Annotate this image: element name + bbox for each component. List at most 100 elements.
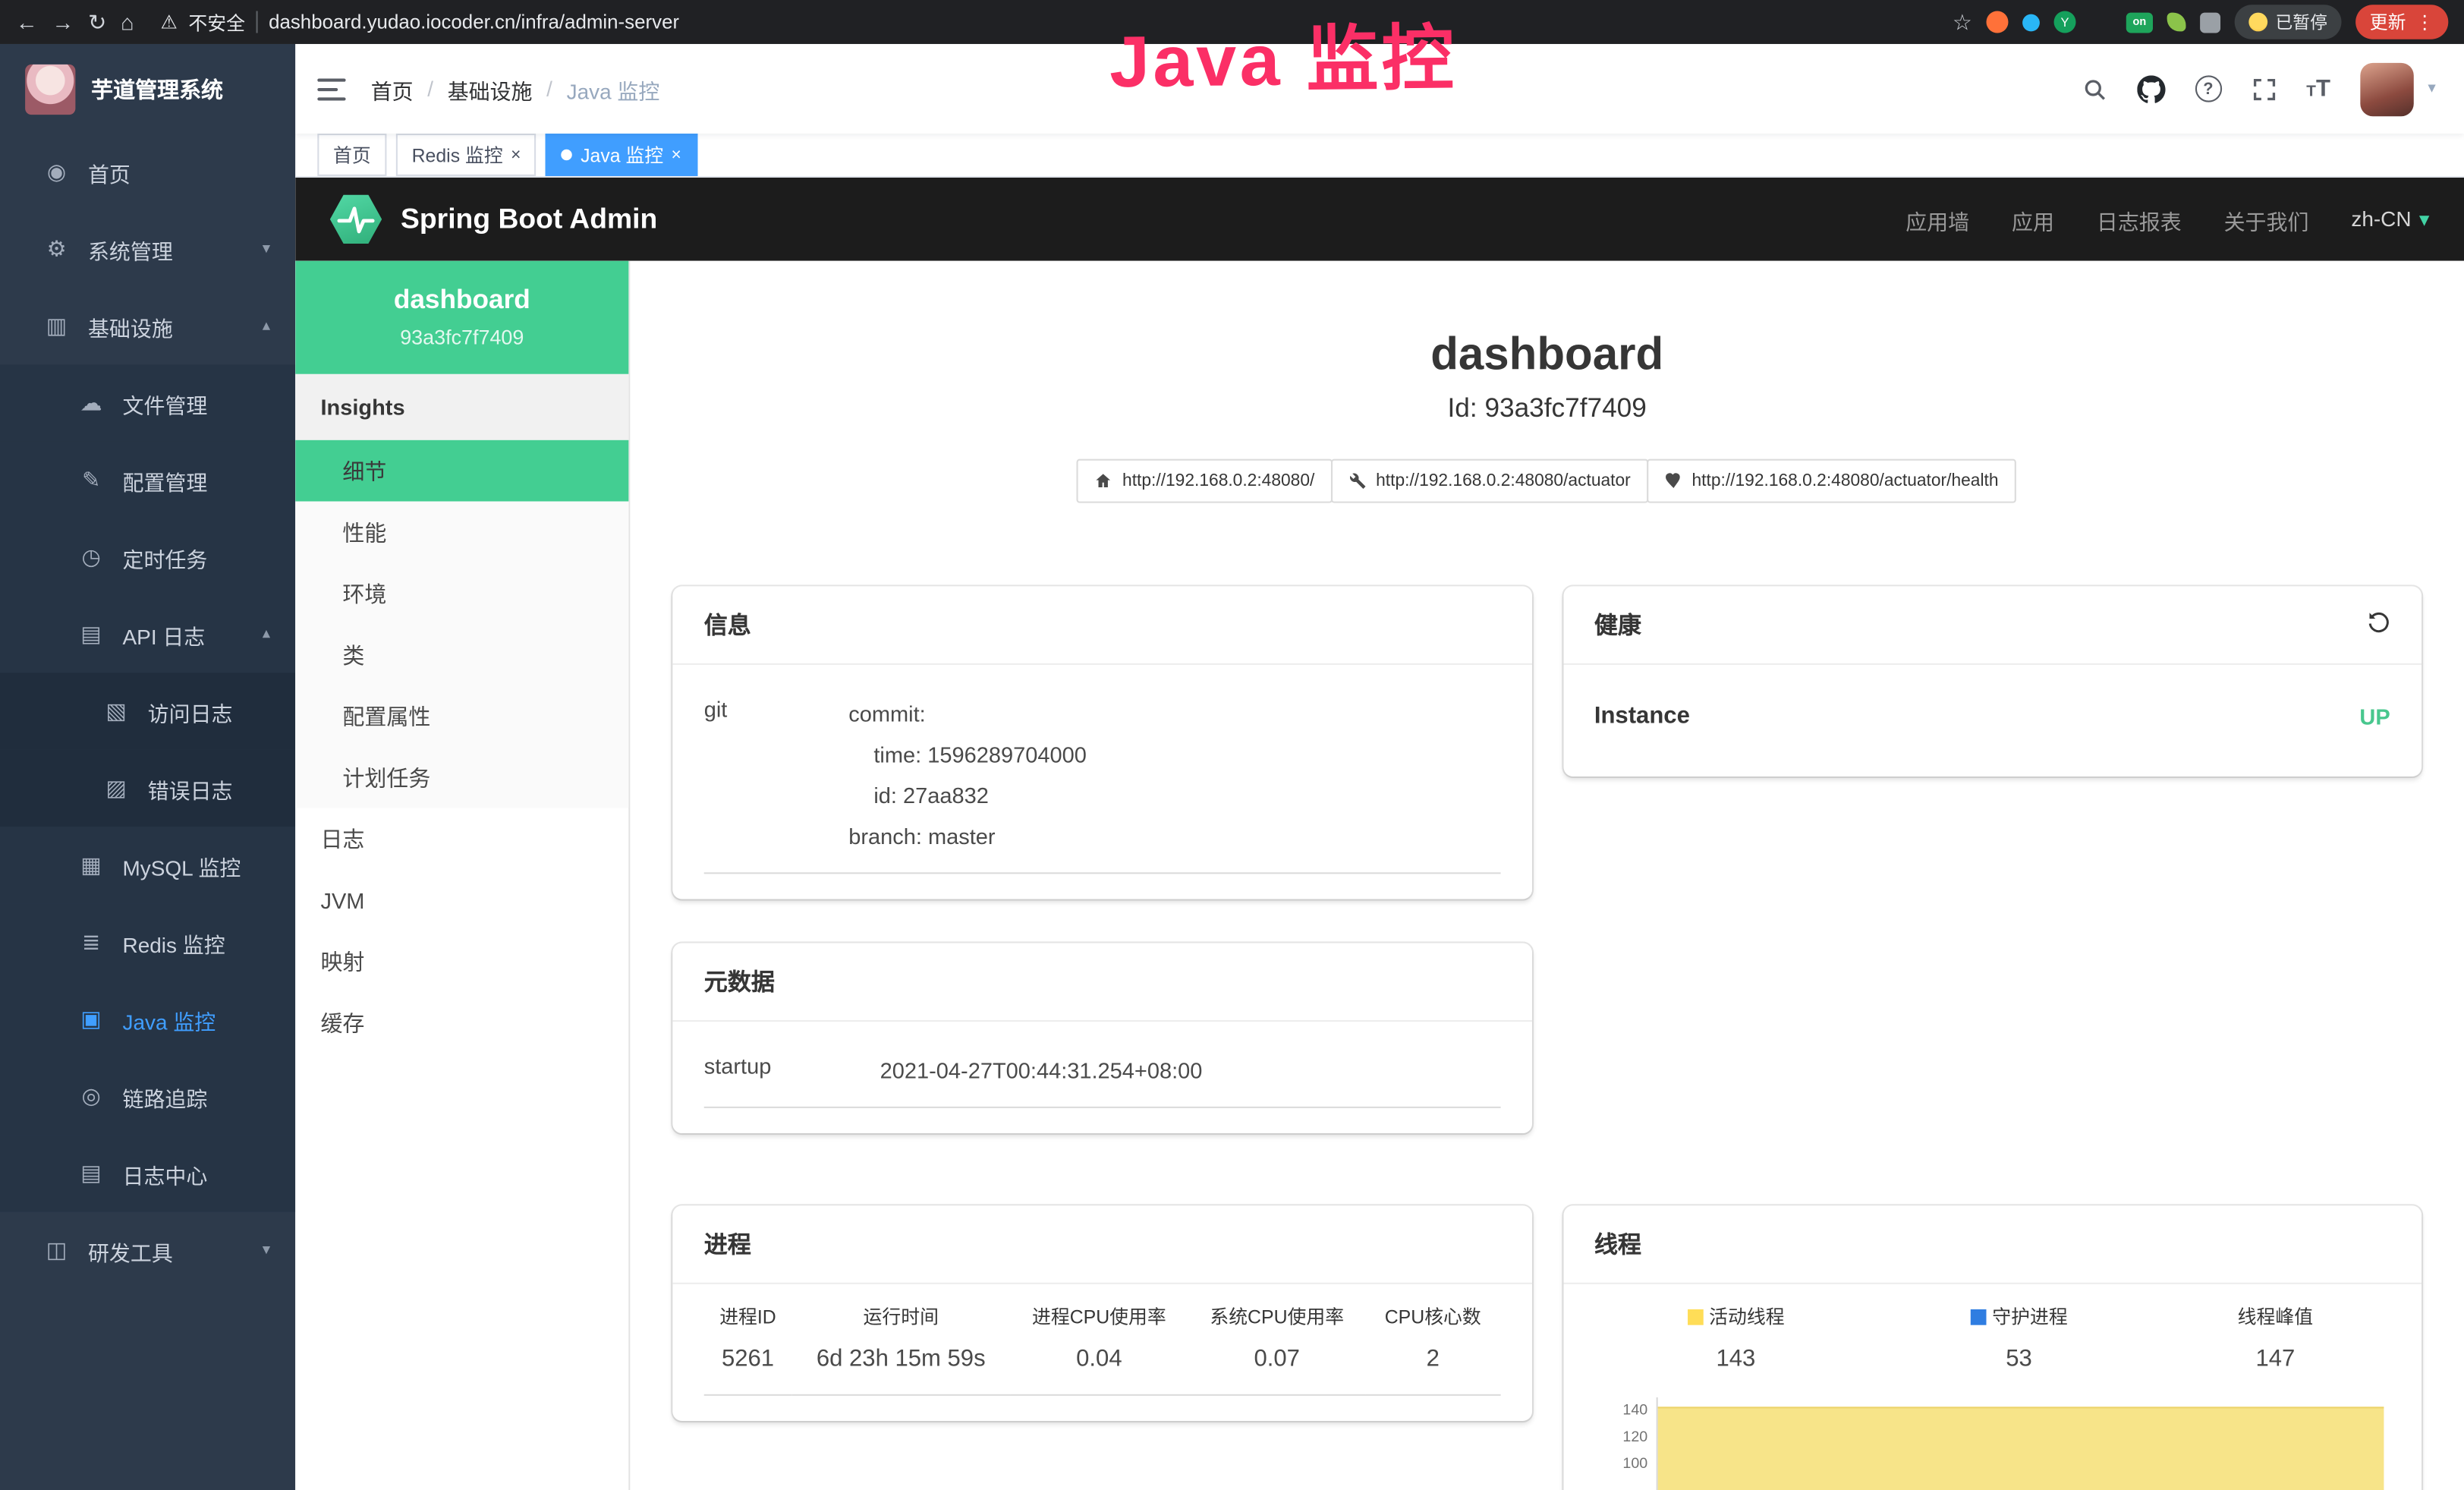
- refresh-icon[interactable]: ↻: [88, 11, 106, 33]
- infra-icon: ▥: [41, 313, 72, 339]
- actuator-url-link[interactable]: http://192.168.0.2:48080/actuator: [1330, 459, 1647, 503]
- sidebar-item-java-monitor[interactable]: ▣ Java 监控: [0, 981, 295, 1057]
- sba-menu-caches[interactable]: 缓存: [295, 992, 628, 1054]
- tab-redis-monitor[interactable]: Redis 监控 ×: [396, 134, 537, 176]
- chevron-down-icon: ▾: [263, 1242, 270, 1259]
- avatar[interactable]: [2360, 62, 2413, 115]
- sidebar-item-access-logs[interactable]: ▧ 访问日志: [0, 673, 295, 749]
- forward-icon[interactable]: →: [52, 11, 74, 33]
- sidebar-item-dev-tools[interactable]: ◫ 研发工具 ▾: [0, 1212, 295, 1289]
- update-button[interactable]: 更新 ⋮: [2355, 5, 2448, 39]
- browser-actions: ☆ Y on 已暂停 更新 ⋮: [1953, 5, 2448, 39]
- sba-navbar: Spring Boot Admin 应用墙 应用 日志报表 关于我们 zh-CN…: [295, 178, 2464, 261]
- instance-id: 93a3fc7f7409: [308, 326, 616, 349]
- extension-icon[interactable]: [2022, 14, 2040, 31]
- sba-nav-wallboard[interactable]: 应用墙: [1905, 203, 1969, 235]
- sba-menu-logs[interactable]: 日志: [295, 808, 628, 869]
- sidebar-item-infra[interactable]: ▥ 基础设施 ▴: [0, 288, 295, 364]
- sidebar-item-mysql-monitor[interactable]: ▦ MySQL 监控: [0, 827, 295, 903]
- browser-window: ← → ↻ ⌂ ⚠ 不安全 dashboard.yudao.iocoder.cn…: [0, 0, 2464, 1490]
- bookmark-star-icon[interactable]: ☆: [1953, 11, 1972, 33]
- instance-header[interactable]: dashboard 93a3fc7f7409: [295, 261, 628, 374]
- home-icon[interactable]: ⌂: [121, 11, 134, 33]
- chevron-down-icon[interactable]: ▾: [2428, 80, 2435, 98]
- sidebar-item-tracing[interactable]: ◎ 链路追踪: [0, 1058, 295, 1135]
- daemon-threads-swatch: [1970, 1309, 1986, 1325]
- metadata-card: 元数据 startup 2021-04-27T00:44:31.254+08:0…: [672, 943, 1531, 1133]
- address-bar[interactable]: ⚠ 不安全 dashboard.yudao.iocoder.cn/infra/a…: [161, 8, 1939, 35]
- sidebar-item-redis-monitor[interactable]: ≣ Redis 监控: [0, 904, 295, 981]
- sidebar-item-log-center[interactable]: ▤ 日志中心: [0, 1135, 295, 1211]
- warning-icon: ⚠: [161, 11, 178, 33]
- breadcrumb-infra[interactable]: 基础设施: [448, 73, 533, 104]
- sba-menu-environment[interactable]: 环境: [295, 562, 628, 624]
- help-icon[interactable]: ?: [2195, 75, 2221, 102]
- search-icon[interactable]: [2082, 76, 2107, 101]
- gear-icon: ⚙: [41, 236, 72, 263]
- chart-plot-area: [1656, 1397, 2384, 1490]
- toolbox-icon: ◫: [41, 1237, 72, 1264]
- threads-chart: 140 120 100: [1594, 1397, 2390, 1490]
- fullscreen-icon[interactable]: [2252, 76, 2277, 101]
- sba-menu-metrics[interactable]: 性能: [295, 502, 628, 563]
- paused-label: 已暂停: [2276, 9, 2327, 34]
- info-card: 信息 git commit: time: 1596289704000 id: 2…: [672, 586, 1531, 899]
- sba-sidebar: dashboard 93a3fc7f7409 Insights 细节 性能 环境…: [295, 261, 630, 1490]
- app-logo-row[interactable]: 芋道管理系统: [0, 44, 295, 134]
- browser-toolbar: ← → ↻ ⌂ ⚠ 不安全 dashboard.yudao.iocoder.cn…: [0, 0, 2464, 44]
- extension-on-icon[interactable]: on: [2126, 12, 2153, 33]
- health-row-instance: Instance UP: [1594, 674, 2390, 751]
- process-card: 进程 进程ID 运行时间 进程CPU使用率 系统CPU使用率 CPU: [672, 1205, 1531, 1421]
- history-icon[interactable]: [2367, 610, 2390, 639]
- threads-legend: 活动线程 守护进程 线程峰值 143 53 147: [1594, 1284, 2390, 1394]
- extension-leaf-icon[interactable]: [2167, 13, 2186, 32]
- hamburger-icon[interactable]: [317, 78, 345, 100]
- kebab-menu-icon[interactable]: ⋮: [2415, 11, 2434, 33]
- tab-java-monitor[interactable]: Java 监控 ×: [546, 134, 697, 176]
- sba-nav-journal[interactable]: 日志报表: [2097, 203, 2182, 235]
- sba-menu-jvm[interactable]: JVM: [295, 869, 628, 931]
- sba-nav-applications[interactable]: 应用: [2012, 203, 2054, 235]
- service-url-link[interactable]: http://192.168.0.2:48080/: [1077, 459, 1332, 503]
- metadata-card-header: 元数据: [672, 943, 1531, 1022]
- sidebar-item-api-logs[interactable]: ▤ API 日志 ▴: [0, 596, 295, 673]
- extension-icon[interactable]: [1986, 11, 2008, 33]
- tab-home[interactable]: 首页: [317, 134, 386, 176]
- extension-icon[interactable]: Y: [2054, 11, 2076, 33]
- info-row-git: git commit: time: 1596289704000 id: 27aa…: [704, 674, 1500, 874]
- active-threads-area: [1657, 1407, 2384, 1490]
- sba-menu-scheduled-tasks[interactable]: 计划任务: [295, 747, 628, 808]
- back-icon[interactable]: ←: [16, 11, 38, 33]
- health-url-link[interactable]: http://192.168.0.2:48080/actuator/health: [1646, 459, 2016, 503]
- sba-menu-details[interactable]: 细节: [295, 440, 628, 502]
- github-icon[interactable]: [2137, 74, 2165, 102]
- breadcrumb: 首页 / 基础设施 / Java 监控: [371, 73, 660, 104]
- instance-links: http://192.168.0.2:48080/ http://192.168…: [630, 459, 2464, 503]
- sidebar-item-config-management[interactable]: ✎ 配置管理: [0, 442, 295, 518]
- breadcrumb-home[interactable]: 首页: [371, 73, 414, 104]
- font-size-icon[interactable]: TT: [2306, 74, 2330, 102]
- sba-nav-about[interactable]: 关于我们: [2224, 203, 2309, 235]
- log-center-icon: ▤: [75, 1160, 106, 1186]
- sidebar-item-home[interactable]: ◉ 首页: [0, 134, 295, 210]
- sidebar-item-file-management[interactable]: ☁ 文件管理: [0, 364, 295, 441]
- puzzle-icon[interactable]: [2200, 12, 2220, 33]
- close-icon[interactable]: ×: [511, 146, 521, 165]
- paused-badge[interactable]: 已暂停: [2235, 5, 2342, 39]
- wrench-icon: [1348, 471, 1367, 490]
- sba-menu-mappings[interactable]: 映射: [295, 931, 628, 992]
- tag-tab-bar: 首页 Redis 监控 × Java 监控 ×: [295, 134, 2464, 178]
- locale-selector[interactable]: zh-CN ▾: [2351, 206, 2429, 232]
- sidebar-item-system[interactable]: ⚙ 系统管理 ▾: [0, 210, 295, 287]
- paused-emoji-icon: [2248, 13, 2267, 32]
- extension-grid-icon[interactable]: [2090, 11, 2112, 33]
- spring-boot-admin-logo: [330, 194, 382, 245]
- sba-menu-classes[interactable]: 类: [295, 624, 628, 685]
- sidebar-item-error-logs[interactable]: ▨ 错误日志: [0, 750, 295, 827]
- sidebar-item-scheduled-jobs[interactable]: ◷ 定时任务: [0, 518, 295, 595]
- breadcrumb-current: Java 监控: [567, 73, 660, 104]
- close-icon[interactable]: ×: [672, 146, 681, 165]
- redis-icon: ≣: [75, 929, 106, 956]
- security-label: 不安全: [188, 8, 245, 35]
- sba-menu-config-props[interactable]: 配置属性: [295, 685, 628, 747]
